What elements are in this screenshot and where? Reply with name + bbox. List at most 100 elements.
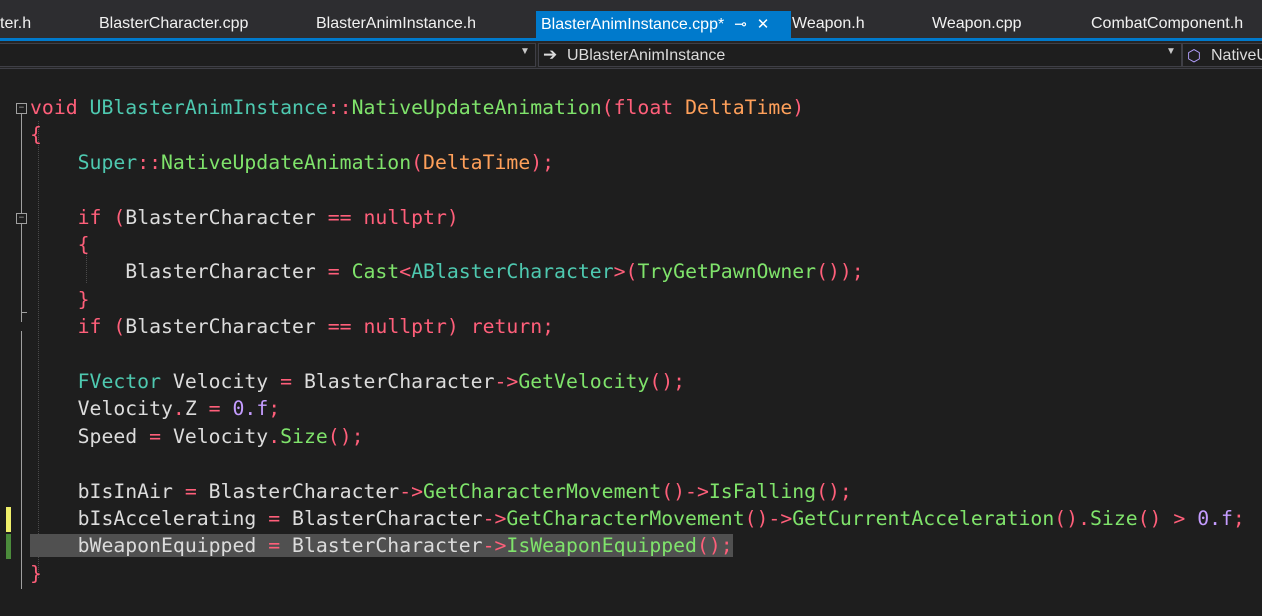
code-line[interactable]: bIsInAir = BlasterCharacter->GetCharacte… [30, 478, 852, 505]
code-token: ABlasterCharacter [411, 260, 614, 284]
pin-icon[interactable]: ⊸ [734, 11, 747, 39]
code-token [30, 534, 78, 558]
code-line[interactable]: Velocity.Z = 0.f; [30, 395, 281, 422]
code-token: :: [327, 96, 352, 119]
code-token: ; [268, 397, 281, 421]
member-dropdown-value: NativeU [1211, 47, 1262, 64]
code-token: -> [482, 534, 507, 558]
tab-blaster-anim-instance-h[interactable]: BlasterAnimInstance.h [316, 10, 476, 38]
code-token: UBlasterAnimInstance [89, 96, 328, 119]
code-line[interactable]: FVector Velocity = BlasterCharacter->Get… [30, 368, 685, 395]
code-token: BlasterCharacter [125, 315, 328, 339]
tab-blaster-character-cpp[interactable]: BlasterCharacter.cpp [99, 10, 248, 38]
code-token: float [613, 96, 686, 119]
code-token: ) [792, 96, 805, 119]
code-token: void [30, 96, 90, 119]
code-token: (). [1054, 507, 1090, 530]
arrow-right-icon: ➔ [543, 45, 558, 64]
code-token: (); [696, 534, 733, 558]
code-token: = [327, 260, 352, 284]
code-token: ( [113, 315, 126, 339]
code-token: FVector [77, 370, 173, 393]
code-token: () > [1137, 507, 1198, 530]
code-token: BlasterCharacter [208, 479, 400, 503]
code-token: == [327, 205, 364, 229]
code-token: return [470, 315, 543, 339]
code-token: ( [113, 205, 126, 229]
code-token: ; [542, 315, 555, 339]
tab-combat-component-h[interactable]: CombatComponent.h [1091, 10, 1243, 38]
code-line[interactable]: { [30, 231, 90, 258]
code-line[interactable]: } [30, 560, 42, 587]
code-line[interactable]: Super::NativeUpdateAnimation(DeltaTime); [30, 149, 554, 176]
code-token: ()-> [744, 507, 793, 530]
code-token: BlasterCharacter [125, 260, 328, 284]
code-token: ()-> [661, 479, 709, 503]
member-icon: ⬡ [1187, 48, 1201, 65]
code-token: IsFalling [708, 479, 817, 503]
code-token: (); [649, 370, 686, 393]
code-token: ) [446, 315, 471, 339]
code-token: TryGetPawnOwner [637, 260, 817, 284]
code-token: bWeaponEquipped [77, 534, 269, 558]
outline-end-tick [21, 312, 27, 313]
code-token: (); [816, 479, 852, 503]
close-icon[interactable]: ✕ [757, 11, 770, 39]
code-line[interactable]: bWeaponEquipped = BlasterCharacter->IsWe… [30, 532, 733, 559]
code-token: BlasterCharacter [303, 370, 495, 393]
code-token: 0.f [1197, 507, 1233, 530]
code-token: GetCharacterMovement [506, 507, 745, 530]
code-token: < [399, 260, 412, 284]
code-line[interactable]: bIsAccelerating = BlasterCharacter->GetC… [30, 505, 1245, 532]
code-token: >( [613, 260, 638, 284]
code-token: if [77, 315, 114, 339]
code-token: DeltaTime [423, 150, 531, 174]
code-token: = [268, 507, 293, 530]
tab-weapon-h[interactable]: Weapon.h [792, 10, 865, 38]
tab-weapon-cpp[interactable]: Weapon.cpp [932, 10, 1022, 38]
project-dropdown[interactable]: ▼ [0, 43, 536, 67]
collapse-icon[interactable]: − [16, 103, 27, 114]
code-token: BlasterCharacter [292, 534, 483, 558]
scope-dropdown[interactable]: ➔ UBlasterAnimInstance ▼ [538, 43, 1182, 67]
tab-blaster-anim-instance-cpp[interactable]: BlasterAnimInstance.cpp* ⊸ ✕ [536, 11, 791, 38]
code-token: } [77, 287, 90, 311]
code-token: = [208, 397, 233, 421]
unsaved-change-marker [6, 507, 11, 532]
code-token: GetVelocity [518, 370, 650, 393]
code-token: Size [1090, 507, 1138, 530]
navigation-bar: ▼ ➔ UBlasterAnimInstance ▼ ⬡ NativeU [0, 41, 1262, 69]
code-token: Velocity [172, 370, 281, 393]
code-token: Super [77, 150, 138, 174]
collapse-icon[interactable]: − [16, 213, 27, 224]
tab-character-header[interactable]: ter.h [0, 10, 31, 38]
code-line[interactable]: if (BlasterCharacter == nullptr) return; [30, 313, 554, 340]
code-token: nullptr [363, 315, 447, 339]
chevron-down-icon: ▼ [1166, 46, 1176, 57]
code-token: IsWeaponEquipped [506, 534, 697, 558]
code-line[interactable]: if (BlasterCharacter == nullptr) [30, 204, 459, 231]
code-token: -> [494, 370, 519, 393]
code-line[interactable]: Speed = Velocity.Size(); [30, 423, 364, 450]
code-line[interactable]: { [30, 121, 42, 148]
code-line[interactable]: BlasterCharacter = Cast<ABlasterCharacte… [30, 258, 863, 285]
code-token: if [77, 205, 114, 229]
code-line[interactable]: } [30, 286, 90, 313]
code-token: Size [280, 424, 328, 448]
code-token: = [149, 424, 173, 448]
code-token: -> [399, 479, 424, 503]
code-token: Speed [77, 424, 150, 448]
code-line[interactable]: void UBlasterAnimInstance::NativeUpdateA… [30, 94, 804, 121]
code-editor[interactable]: − − void UBlasterAnimInstance::NativeUpd… [0, 69, 1262, 616]
code-token: } [30, 561, 42, 585]
code-token: = [268, 534, 293, 558]
member-dropdown[interactable]: ⬡ NativeU [1182, 43, 1262, 67]
